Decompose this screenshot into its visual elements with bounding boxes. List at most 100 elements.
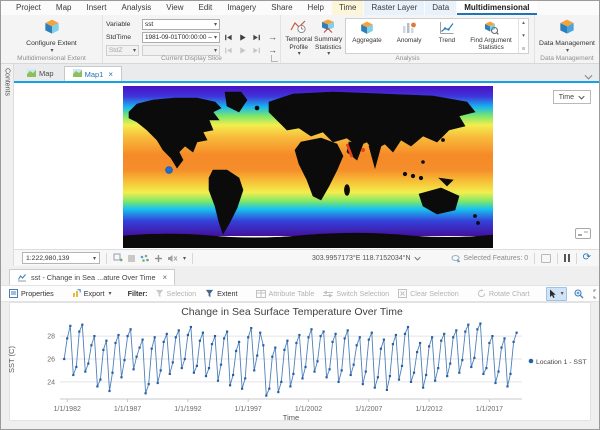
- map-view[interactable]: Time: [14, 81, 599, 249]
- mute-sounds-icon[interactable]: [167, 254, 178, 263]
- zoom-in-icon: [574, 289, 584, 299]
- chevron-down-icon: [414, 256, 421, 261]
- clear-selection-icon: [398, 289, 407, 298]
- chart-card[interactable]: Change in Sea Surface Temperature Over T…: [9, 302, 591, 421]
- scale-value: 1:222,980,139: [26, 255, 69, 262]
- gallery-scrollbar[interactable]: ▴ ▾ ≡: [518, 19, 528, 53]
- gallery-up-icon[interactable]: ▴: [522, 20, 525, 26]
- svg-text:1/1/1987: 1/1/1987: [114, 406, 141, 413]
- filter-by-selection-button: Selection: [153, 288, 199, 299]
- coordinates-readout[interactable]: 303.9957173°E 118.7152034°N: [312, 255, 421, 262]
- svg-text:Location 1 - SST: Location 1 - SST: [536, 359, 587, 366]
- step-z-forward-icon[interactable]: →: [268, 46, 277, 55]
- filter-by-extent-button[interactable]: Extent: [203, 288, 239, 299]
- switch-selection-button: Switch Selection: [321, 288, 391, 299]
- summary-statistics-label: Summary Statistics: [314, 36, 344, 51]
- gallery-down-icon[interactable]: ▾: [522, 33, 525, 39]
- refresh-icon[interactable]: ⟳: [583, 253, 591, 263]
- menu-tab-view[interactable]: View: [159, 1, 190, 15]
- view-tab-map[interactable]: Map: [19, 66, 62, 81]
- chart-tab-label: sst - Change in Sea ...ature Over Time: [31, 273, 156, 282]
- chevron-down-icon: ▾: [50, 48, 53, 55]
- trend-button[interactable]: Trend: [430, 19, 464, 53]
- find-argument-statistics-button[interactable]: Find Argument Statistics: [464, 19, 518, 53]
- menu-tab-multidimensional[interactable]: Multidimensional: [457, 1, 536, 15]
- sst-line-chart[interactable]: 2426281/1/19821/1/19871/1/19921/1/19971/…: [10, 303, 592, 420]
- contents-pane-tab[interactable]: Contents: [1, 64, 14, 266]
- stdtime-label: StdTime: [106, 34, 139, 41]
- zoom-in-mode-button[interactable]: [572, 288, 586, 300]
- menu-tab-analysis[interactable]: Analysis: [114, 1, 158, 15]
- aggregate-icon: [359, 21, 375, 37]
- temporal-profile-button[interactable]: Temporal Profile ▾: [284, 17, 314, 58]
- summary-statistics-button[interactable]: Summary Statistics ▾: [314, 17, 344, 58]
- group-label-data-management: Data Management: [535, 55, 599, 62]
- table-icon: [256, 290, 266, 298]
- chart-tab[interactable]: sst - Change in Sea ...ature Over Time ×: [9, 269, 175, 285]
- chevron-down-icon: ▾: [566, 48, 569, 55]
- play-slices-button[interactable]: [237, 32, 248, 43]
- svg-text:28: 28: [47, 334, 55, 341]
- menu-tab-project[interactable]: Project: [9, 1, 48, 15]
- chevron-down-icon: ▾: [93, 255, 96, 262]
- group-label-analysis: Analysis: [281, 55, 534, 62]
- next-slice-button[interactable]: [251, 32, 262, 43]
- snapping-icon[interactable]: [140, 254, 150, 263]
- gallery-expand-icon[interactable]: ≡: [522, 46, 525, 52]
- rotate-chart-button: Rotate Chart: [475, 288, 532, 299]
- trend-label: Trend: [439, 37, 455, 44]
- summary-statistics-icon: [320, 19, 337, 36]
- chart-panel: sst - Change in Sea ...ature Over Time ×…: [1, 267, 599, 430]
- switch-arrows-icon: [323, 290, 333, 298]
- grid-icon[interactable]: [127, 254, 136, 263]
- temporal-profile-label: Temporal Profile: [284, 36, 314, 51]
- menu-tab-help[interactable]: Help: [301, 1, 331, 15]
- find-argument-statistics-label: Find Argument Statistics: [467, 37, 515, 51]
- pause-drawing-icon[interactable]: [564, 254, 570, 262]
- full-extent-icon: [593, 289, 600, 299]
- layout-icon[interactable]: [541, 254, 551, 263]
- close-icon[interactable]: ×: [108, 70, 113, 79]
- time-dropdown-button[interactable]: Time: [553, 90, 591, 104]
- dialog-launcher-icon[interactable]: [271, 55, 278, 62]
- temporal-profile-icon: [290, 19, 307, 36]
- chart-icon: [17, 273, 27, 282]
- select-mode-button[interactable]: ▾: [546, 287, 567, 301]
- stdtime-combobox[interactable]: 1981-09-01T00:00:00 – ▾: [142, 32, 220, 43]
- group-analysis: Temporal Profile ▾ Summary Statistics ▾: [281, 15, 535, 63]
- svg-text:Time: Time: [283, 413, 299, 420]
- data-management-button[interactable]: Data Management ▾: [538, 17, 596, 55]
- scale-combobox[interactable]: 1:222,980,139 ▾: [22, 252, 100, 264]
- selected-features-status[interactable]: Selected Features: 0: [451, 254, 529, 263]
- add-data-icon[interactable]: [154, 254, 163, 263]
- arcgis-pro-window: ProjectMapInsertAnalysisViewEditImageryS…: [0, 0, 600, 430]
- chevron-down-icon[interactable]: ▾: [183, 255, 186, 262]
- menu-tab-share[interactable]: Share: [264, 1, 299, 15]
- chart-toolbar: Properties Export ▾ Filter: Selection Ex…: [1, 285, 599, 302]
- menu-tab-edit[interactable]: Edit: [191, 1, 219, 15]
- menu-tab-imagery[interactable]: Imagery: [220, 1, 263, 15]
- map-overview-icon[interactable]: [575, 226, 591, 244]
- add-bookmark-icon[interactable]: [113, 253, 123, 263]
- chevron-down-icon: ▾: [109, 290, 112, 297]
- step-forward-icon[interactable]: →: [268, 33, 277, 42]
- menu-tab-insert[interactable]: Insert: [79, 1, 113, 15]
- configure-extent-button[interactable]: Configure Extent ▾: [23, 17, 81, 55]
- variable-combobox[interactable]: sst ▾: [142, 19, 220, 30]
- menu-tab-time[interactable]: Time: [332, 1, 363, 15]
- anomaly-button[interactable]: Anomaly: [388, 19, 430, 53]
- map-icon: [27, 69, 36, 79]
- menu-tab-map[interactable]: Map: [49, 1, 79, 15]
- properties-button[interactable]: Properties: [7, 288, 56, 299]
- configure-extent-label: Configure Extent: [26, 40, 77, 48]
- previous-slice-button[interactable]: [223, 32, 234, 43]
- full-extent-button[interactable]: [591, 288, 600, 300]
- close-icon[interactable]: ×: [163, 273, 168, 282]
- aggregate-button[interactable]: Aggregate: [346, 19, 388, 53]
- view-tab-map1[interactable]: Map1 ×: [64, 66, 122, 81]
- menu-tab-raster-layer[interactable]: Raster Layer: [364, 1, 424, 15]
- stdz-label: StdZ: [109, 47, 123, 54]
- selected-features-icon: [451, 254, 461, 263]
- menu-tab-data[interactable]: Data: [425, 1, 456, 15]
- export-button[interactable]: Export ▾: [70, 288, 114, 299]
